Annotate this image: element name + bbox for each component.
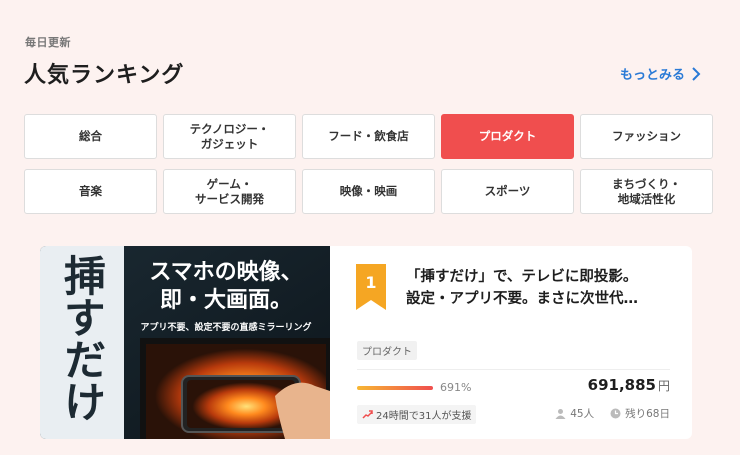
see-more-link[interactable]: もっとみる xyxy=(620,64,701,83)
thumbnail-vertical-text: 挿すだけ xyxy=(58,254,107,422)
section-subtitle: 毎日更新 xyxy=(25,36,71,49)
category-music[interactable]: 音楽 xyxy=(24,169,157,214)
supporter-count: 45人 xyxy=(570,408,595,420)
category-community[interactable]: まちづくり・ 地域活性化 xyxy=(580,169,713,214)
rank-badge: 1 xyxy=(356,264,386,310)
trend-up-icon xyxy=(362,410,373,419)
category-game-service[interactable]: ゲーム・ サービス開発 xyxy=(163,169,296,214)
progress-percent: 691% xyxy=(440,381,472,394)
category-technology-gadget[interactable]: テクノロジー・ ガジェット xyxy=(163,114,296,159)
person-icon xyxy=(555,409,566,419)
project-title[interactable]: 「挿すだけ」で、テレビに即投影。 設定・アプリ不要。まさに次世代… xyxy=(406,266,676,311)
category-fashion[interactable]: ファッション xyxy=(580,114,713,159)
category-sports[interactable]: スポーツ xyxy=(441,169,574,214)
rank-number: 1 xyxy=(365,273,377,292)
category-product[interactable]: プロダクト xyxy=(441,114,574,159)
category-food[interactable]: フード・飲食店 xyxy=(302,114,435,159)
support-trend-text: 24時間で31人が支援 xyxy=(376,411,472,422)
amount-value: 691,885 xyxy=(587,376,656,394)
section-title: 人気ランキング xyxy=(24,63,185,88)
support-trend: 24時間で31人が支援 xyxy=(357,405,477,424)
days-remaining: 残り68日 xyxy=(625,408,670,420)
clock-icon xyxy=(610,408,621,419)
thumbnail-caption: アプリ不要、設定不要の直感ミラーリング xyxy=(140,321,311,333)
funded-amount: 691,885 円 xyxy=(588,376,670,394)
project-meta: 45人 残り68日 xyxy=(555,406,670,421)
category-tag[interactable]: プロダクト xyxy=(357,341,417,360)
chevron-right-icon xyxy=(692,66,701,81)
currency-label: 円 xyxy=(657,379,670,393)
divider xyxy=(357,369,670,370)
ranking-info: 1 「挿すだけ」で、テレビに即投影。 設定・アプリ不要。まさに次世代… プロダク… xyxy=(330,246,692,439)
ranking-card[interactable]: 挿すだけ スマホの映像、 即・大画面。 アプリ不要、設定不要の直感ミラーリング … xyxy=(40,246,692,439)
thumbnail-headline-1: スマホの映像、 xyxy=(149,259,302,285)
progress-bar xyxy=(357,386,433,390)
project-thumbnail[interactable]: 挿すだけ スマホの映像、 即・大画面。 アプリ不要、設定不要の直感ミラーリング xyxy=(40,246,330,439)
category-grid: 総合 テクノロジー・ ガジェット フード・飲食店 プロダクト ファッション 音楽… xyxy=(24,114,713,214)
see-more-label: もっとみる xyxy=(620,68,686,83)
thumbnail-headline-2: 即・大画面。 xyxy=(160,288,292,313)
category-all[interactable]: 総合 xyxy=(24,114,157,159)
category-video-film[interactable]: 映像・映画 xyxy=(302,169,435,214)
